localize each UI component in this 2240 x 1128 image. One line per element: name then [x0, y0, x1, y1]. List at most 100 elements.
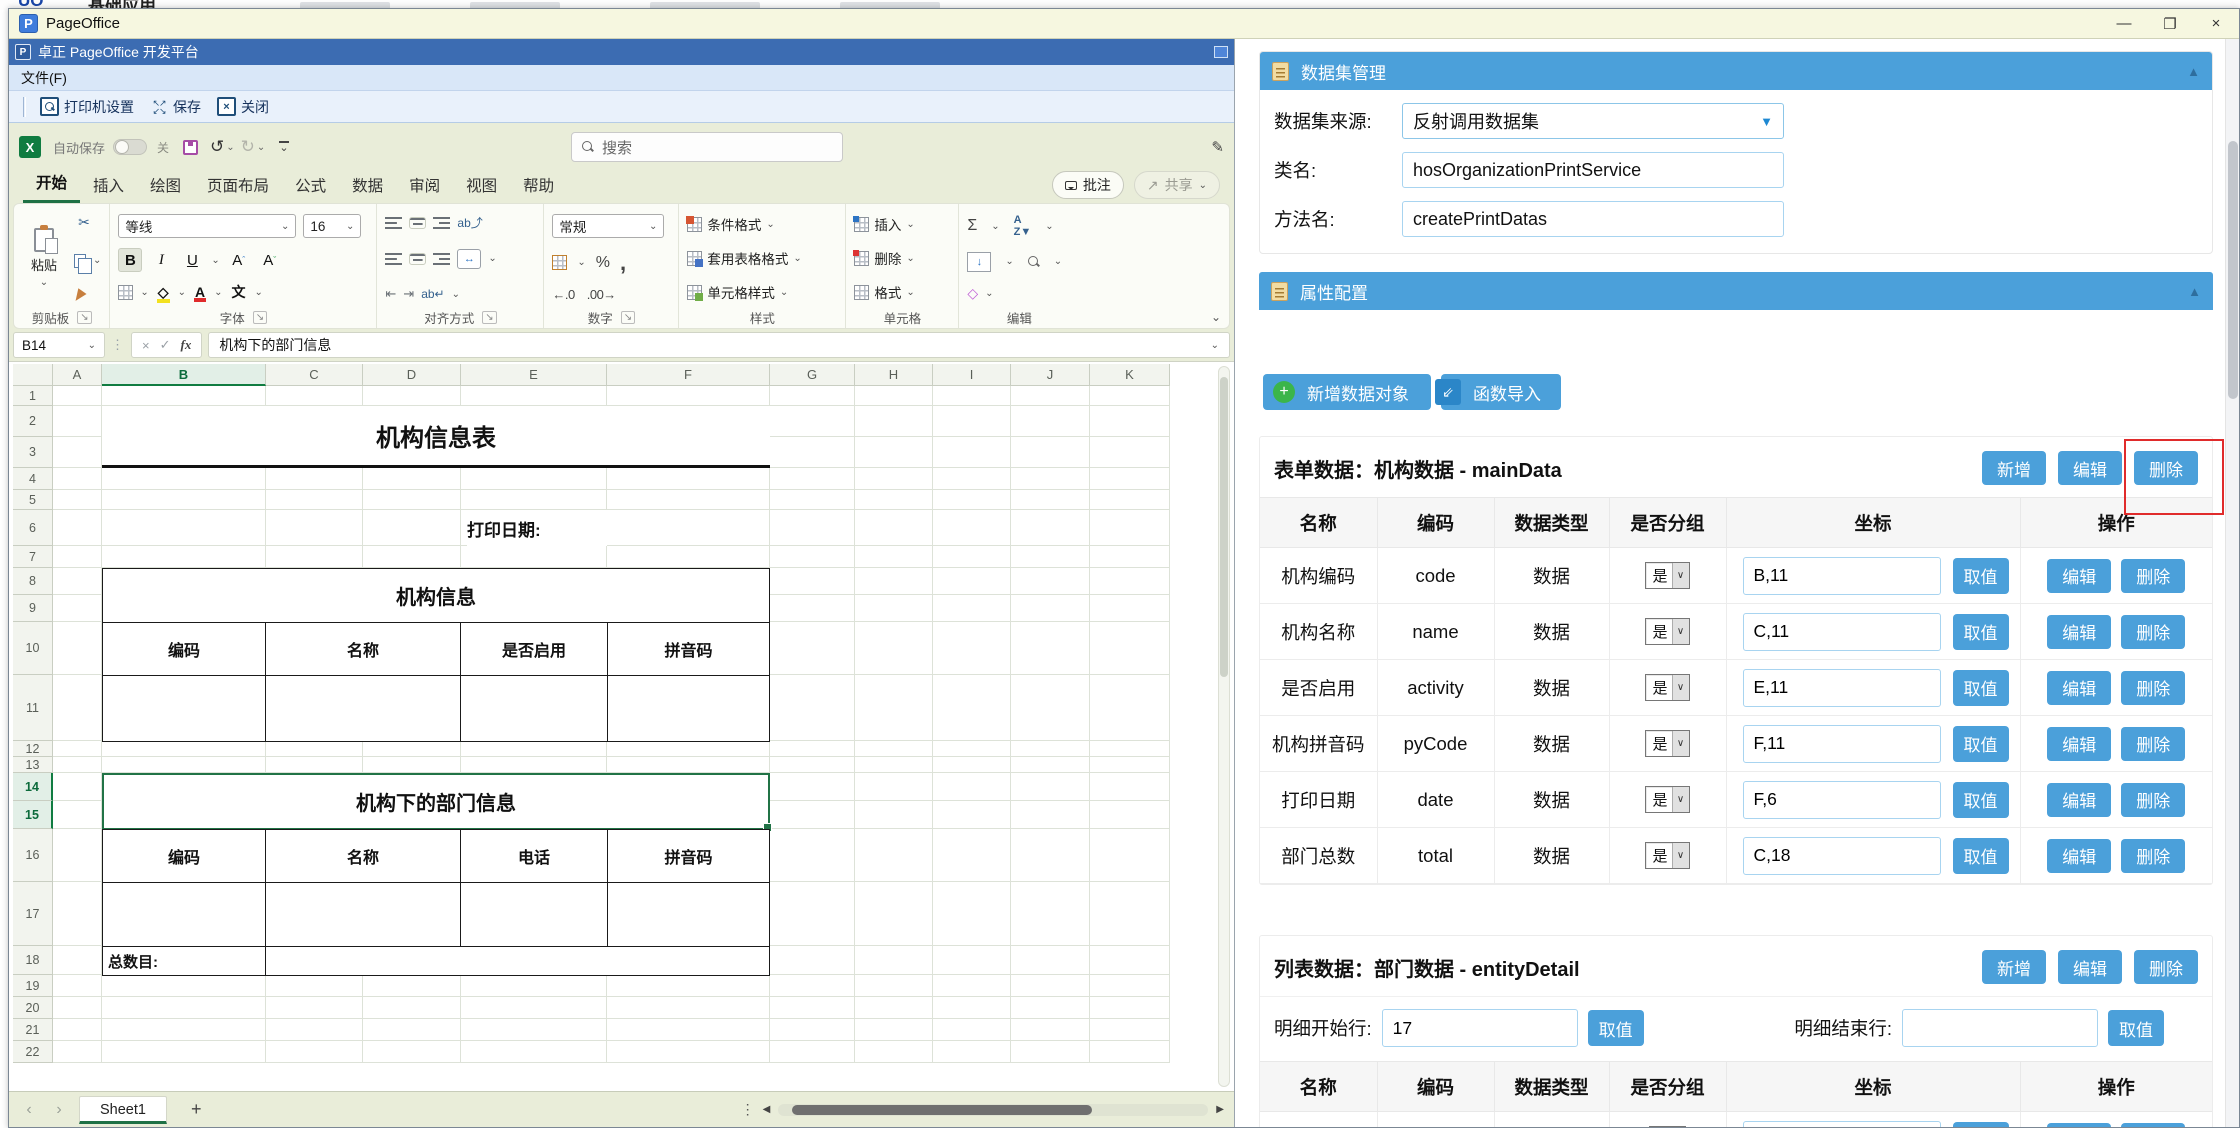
close-file-button[interactable]: × 关闭	[217, 97, 269, 117]
grid-cell[interactable]	[53, 997, 102, 1019]
grid-cell[interactable]	[266, 997, 363, 1019]
grid-cell[interactable]	[102, 773, 266, 801]
main-edit-button[interactable]: 编辑	[2058, 451, 2122, 485]
clear-icon[interactable]: ◇	[967, 285, 978, 302]
grid-cell[interactable]	[770, 490, 855, 510]
grid-cell[interactable]	[607, 757, 770, 773]
grid-cell[interactable]	[607, 1041, 770, 1063]
grid-cell[interactable]	[1090, 568, 1170, 595]
row-delete-button[interactable]: 删除	[2121, 1123, 2185, 1128]
grid-cell[interactable]	[855, 757, 933, 773]
shrink-font-button[interactable]: Aˇ	[258, 248, 282, 272]
grid-cell[interactable]	[1090, 437, 1170, 468]
grid-cell[interactable]	[933, 568, 1011, 595]
column-header[interactable]: H	[855, 364, 933, 386]
collapse-icon[interactable]: ▲	[2188, 284, 2201, 299]
percent-style-icon[interactable]: %	[596, 254, 610, 272]
coord-input[interactable]	[1743, 669, 1941, 707]
grid-cell[interactable]	[461, 675, 607, 741]
grid-cell[interactable]	[102, 829, 266, 882]
merge-center-icon[interactable]: ↔	[457, 249, 481, 269]
grid-cell[interactable]	[1011, 829, 1090, 882]
grid-cell[interactable]	[855, 406, 933, 437]
grid-cell[interactable]	[53, 1019, 102, 1041]
grid-cell[interactable]	[1011, 757, 1090, 773]
grid-cell[interactable]	[53, 829, 102, 882]
grid-cell[interactable]	[363, 773, 461, 801]
sheet-vertical-scrollbar[interactable]	[1218, 366, 1230, 1087]
grid-cell[interactable]	[53, 757, 102, 773]
grid-cell[interactable]	[53, 568, 102, 595]
align-left-icon[interactable]	[385, 253, 402, 265]
coord-input[interactable]	[1743, 781, 1941, 819]
grid-cell[interactable]	[770, 997, 855, 1019]
grid-cell[interactable]	[102, 437, 266, 468]
conditional-formatting-button[interactable]: 条件格式⌄	[687, 214, 837, 234]
grid-cell[interactable]	[933, 946, 1011, 975]
formula-input[interactable]: 机构下的部门信息⌄	[208, 332, 1230, 358]
grid-cell[interactable]	[363, 801, 461, 829]
row-header[interactable]: 22	[13, 1041, 53, 1063]
quick-access-more-icon[interactable]: ⌄	[279, 141, 288, 153]
grid-cell[interactable]	[102, 946, 266, 975]
grid-cell[interactable]	[363, 997, 461, 1019]
grid-cell[interactable]	[363, 595, 461, 622]
row-header[interactable]: 6	[13, 510, 53, 546]
grid-cell[interactable]	[461, 568, 607, 595]
grid-cell[interactable]	[855, 386, 933, 406]
grid-cell[interactable]	[855, 546, 933, 568]
grid-cell[interactable]	[53, 468, 102, 490]
grid-cell[interactable]	[461, 490, 607, 510]
grid-cell[interactable]	[1090, 386, 1170, 406]
fetch-button[interactable]: 取值	[1953, 558, 2009, 594]
grid-cell[interactable]	[855, 490, 933, 510]
format-painter-icon[interactable]	[71, 288, 86, 304]
grid-cell[interactable]	[363, 882, 461, 946]
class-name-input[interactable]	[1402, 152, 1784, 188]
grid-cell[interactable]	[53, 595, 102, 622]
grid-cell[interactable]	[1090, 546, 1170, 568]
grid-cell[interactable]	[102, 386, 266, 406]
grid-cell[interactable]	[266, 946, 363, 975]
row-header[interactable]: 12	[13, 741, 53, 757]
autosave-toggle[interactable]	[113, 139, 147, 155]
grid-cell[interactable]	[461, 757, 607, 773]
grid-cell[interactable]	[1090, 997, 1170, 1019]
grid-cell[interactable]	[855, 675, 933, 741]
tab-draw[interactable]: 绘图	[137, 170, 194, 203]
grid-cell[interactable]	[266, 468, 363, 490]
grid-cell[interactable]	[1090, 882, 1170, 946]
tab-view[interactable]: 视图	[453, 170, 510, 203]
collapse-ribbon-icon[interactable]: ⌄	[1211, 310, 1221, 324]
grid-cell[interactable]	[1090, 829, 1170, 882]
group-select[interactable]: 是∨	[1645, 618, 1689, 645]
font-name-select[interactable]: 等线⌄	[118, 214, 296, 238]
grid-cell[interactable]	[461, 946, 607, 975]
grid-cell[interactable]	[1011, 741, 1090, 757]
column-header[interactable]: I	[933, 364, 1011, 386]
phonetic-icon[interactable]: 文	[229, 282, 247, 302]
grid-cell[interactable]	[770, 975, 855, 997]
grid-cell[interactable]	[607, 568, 770, 595]
window-titlebar[interactable]: P PageOffice — ❐ ×	[9, 9, 2239, 39]
grid-cell[interactable]	[102, 595, 266, 622]
grid-cell[interactable]	[461, 882, 607, 946]
number-format-select[interactable]: 常规⌄	[552, 214, 664, 238]
cell-styles-button[interactable]: 单元格样式⌄	[687, 282, 837, 302]
panel-scrollbar[interactable]	[2225, 39, 2239, 1127]
grid-cell[interactable]	[770, 595, 855, 622]
grid-cell[interactable]	[102, 468, 266, 490]
grid-cell[interactable]	[461, 546, 607, 568]
grid-cell[interactable]	[770, 675, 855, 741]
row-header[interactable]: 2	[13, 406, 53, 437]
delete-cells-button[interactable]: 删除⌄	[854, 248, 950, 268]
increase-indent-icon[interactable]: ⇥	[403, 286, 414, 302]
grid-cell[interactable]	[266, 406, 363, 437]
grid-cell[interactable]	[461, 801, 607, 829]
grid-cell[interactable]	[607, 946, 770, 975]
grid-cell[interactable]	[363, 829, 461, 882]
row-edit-button[interactable]: 编辑	[2047, 559, 2111, 593]
grid-cell[interactable]	[53, 437, 102, 468]
detail-edit-button[interactable]: 编辑	[2058, 950, 2122, 984]
grid-cell[interactable]	[461, 622, 607, 675]
